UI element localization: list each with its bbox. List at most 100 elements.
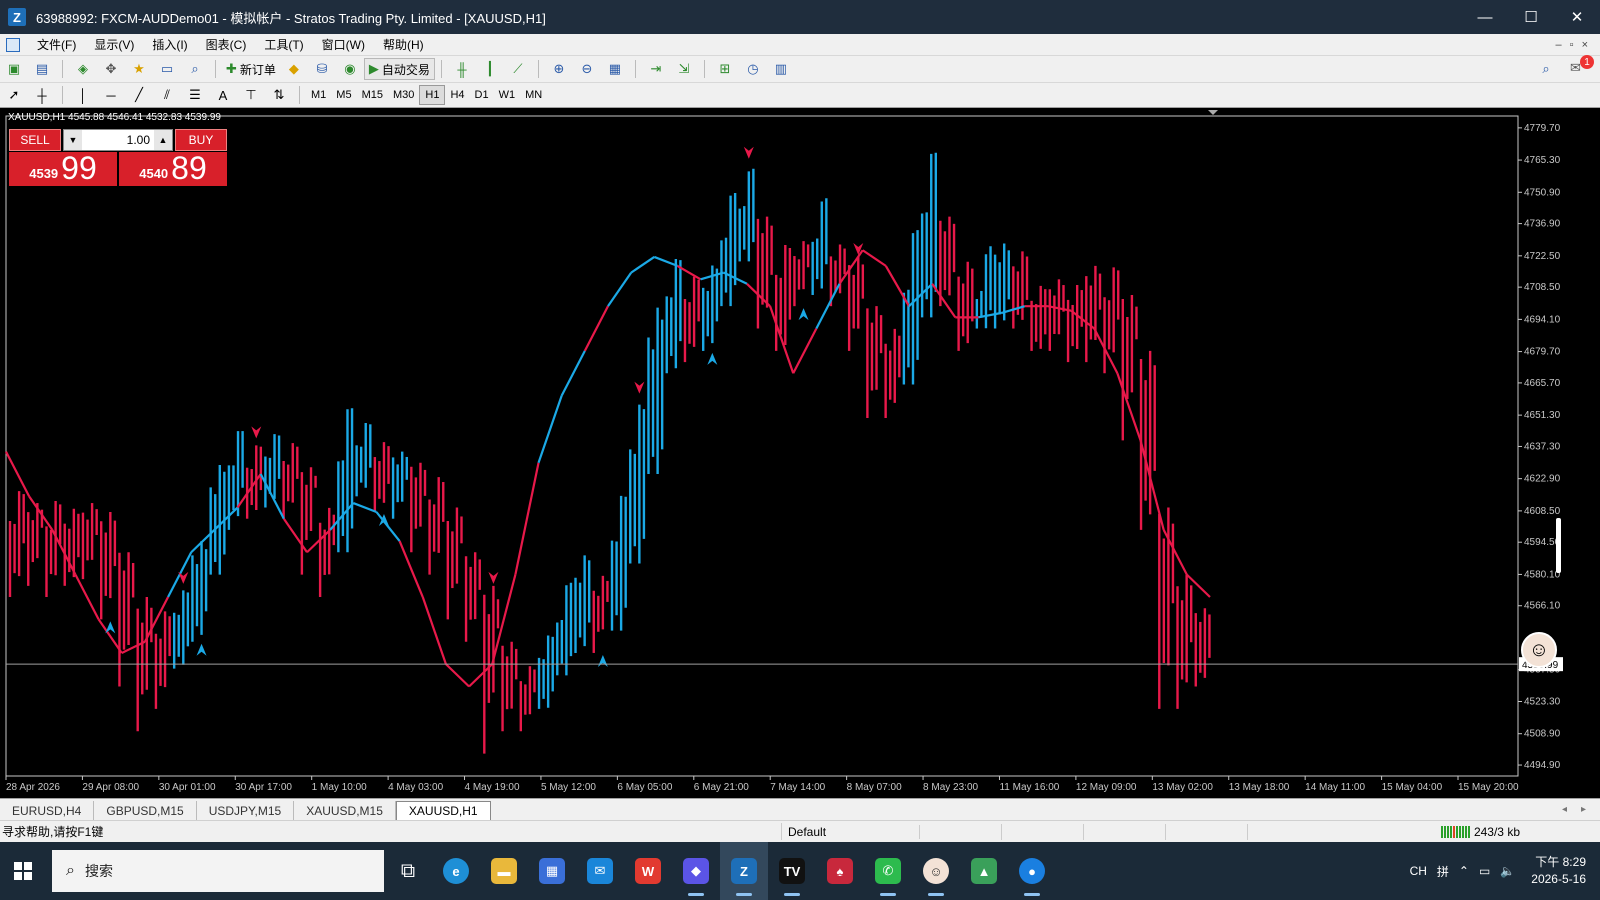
timeframe-h1[interactable]: H1 <box>419 85 446 105</box>
chart-canvas[interactable]: 4779.70 4765.30 4750.90 4736.90 4722.50 4708.… <box>0 108 1600 798</box>
red-app-icon[interactable]: ♠ <box>816 842 864 900</box>
text-tool-icon[interactable]: A <box>213 85 233 105</box>
tab-eurusd-h4[interactable]: EURUSD,H4 <box>0 801 95 820</box>
profiles-icon[interactable]: ▤ <box>32 59 52 79</box>
terminal-icon[interactable]: ▭ <box>157 59 177 79</box>
search-icon[interactable]: ⌕ <box>1536 59 1556 79</box>
menu-insert[interactable]: 插入(I) <box>143 36 196 53</box>
new-order-button[interactable]: ✚ 新订单 <box>222 58 280 80</box>
menu-view[interactable]: 显示(V) <box>85 36 143 53</box>
buy-price-button[interactable]: 4540 89 <box>119 152 227 186</box>
crosshair-icon[interactable]: ┼ <box>32 85 52 105</box>
timeframe-m30[interactable]: M30 <box>388 85 419 105</box>
navigator-icon[interactable]: ★ <box>129 59 149 79</box>
arrows-icon[interactable]: ⇅ <box>269 85 289 105</box>
edge-icon[interactable]: e <box>432 842 480 900</box>
tab-scroll-left-icon[interactable]: ◂ <box>1562 804 1567 815</box>
tab-gbpusd-m15[interactable]: GBPUSD,M15 <box>94 801 197 820</box>
tab-scroll-right-icon[interactable]: ▸ <box>1581 804 1586 815</box>
text-label-icon[interactable]: ⊤ <box>241 85 261 105</box>
buy-button[interactable]: BUY <box>175 129 227 151</box>
metatrader-icon[interactable]: Z <box>720 842 768 900</box>
close-button[interactable]: ✕ <box>1554 0 1600 34</box>
crosshair-nav-icon[interactable]: ✥ <box>101 59 121 79</box>
strategy-tester-icon[interactable]: ⌕ <box>185 59 205 79</box>
market-watch-icon[interactable]: ◈ <box>73 59 93 79</box>
maximize-button[interactable]: ☐ <box>1508 0 1554 34</box>
file-explorer-icon[interactable]: ▬ <box>480 842 528 900</box>
ime-indicator[interactable]: 拼 <box>1437 863 1449 880</box>
menu-charts[interactable]: 图表(C) <box>197 36 256 53</box>
sell-button[interactable]: SELL <box>9 129 61 151</box>
fibonacci-icon[interactable]: ☰ <box>185 85 205 105</box>
bar-chart-icon[interactable]: ╫ <box>452 59 472 79</box>
sell-price-button[interactable]: 4539 99 <box>9 152 117 186</box>
tab-usdjpy-m15[interactable]: USDJPY,M15 <box>197 801 295 820</box>
tray-expand-icon[interactable]: ⌃ <box>1459 864 1469 878</box>
wps-icon[interactable]: W <box>624 842 672 900</box>
assistant-avatar[interactable]: ☺ <box>1521 632 1557 668</box>
tab-xauusd-h1[interactable]: XAUUSD,H1 <box>395 801 491 820</box>
line-chart-icon[interactable]: ⟋ <box>508 59 528 79</box>
indicators-icon[interactable]: ⊞ <box>715 59 735 79</box>
vertical-line-icon[interactable]: │ <box>73 85 93 105</box>
start-button[interactable] <box>0 848 46 894</box>
taskbar-clock[interactable]: 下午 8:29 2026-5-16 <box>1531 854 1586 888</box>
task-view-icon[interactable]: ⧉ <box>384 842 432 900</box>
menu-help[interactable]: 帮助(H) <box>374 36 433 53</box>
lot-size-field[interactable]: ▼ ▲ <box>63 129 173 151</box>
lot-increase-button[interactable]: ▲ <box>154 130 172 150</box>
zoom-in-icon[interactable]: ⊕ <box>549 59 569 79</box>
tab-xauusd-m15[interactable]: XAUUSD,M15 <box>294 801 396 820</box>
store-icon[interactable]: ▦ <box>528 842 576 900</box>
mdi-minimize-button[interactable]: – <box>1556 39 1562 51</box>
tile-windows-icon[interactable]: ▦ <box>605 59 625 79</box>
mdi-restore-button[interactable]: ▫ <box>1570 39 1574 51</box>
menu-window[interactable]: 窗口(W) <box>313 36 374 53</box>
chart-shift-icon[interactable]: ⇲ <box>674 59 694 79</box>
language-indicator[interactable]: CH <box>1410 864 1427 878</box>
timeframe-d1[interactable]: D1 <box>470 85 494 105</box>
candlestick-icon[interactable]: ┃ <box>480 59 500 79</box>
tradingview-icon[interactable]: TV <box>768 842 816 900</box>
templates-icon[interactable]: ▥ <box>771 59 791 79</box>
lot-input[interactable] <box>82 131 154 149</box>
lot-decrease-button[interactable]: ▼ <box>64 130 82 150</box>
horizontal-line-icon[interactable]: ─ <box>101 85 121 105</box>
timeframe-h4[interactable]: H4 <box>445 85 469 105</box>
signals-icon[interactable]: ◉ <box>340 59 360 79</box>
periods-icon[interactable]: ◷ <box>743 59 763 79</box>
mdi-close-button[interactable]: × <box>1582 39 1588 51</box>
trendline-icon[interactable]: ╱ <box>129 85 149 105</box>
taskbar-search[interactable]: ⌕ 搜索 <box>52 850 384 892</box>
green-app-icon[interactable]: ▲ <box>960 842 1008 900</box>
cursor-icon[interactable]: ➚ <box>4 85 24 105</box>
avatar-app-icon[interactable]: ☺ <box>912 842 960 900</box>
auto-scroll-icon[interactable]: ⇥ <box>646 59 666 79</box>
metaeditor-icon[interactable]: ◆ <box>284 59 304 79</box>
timeframe-m5[interactable]: M5 <box>331 85 356 105</box>
mail-icon[interactable]: ✉ <box>576 842 624 900</box>
timeframe-mn[interactable]: MN <box>520 85 547 105</box>
timeframe-m15[interactable]: M15 <box>357 85 388 105</box>
y-tick-label: 4637.30 <box>1524 441 1561 452</box>
timeframe-w1[interactable]: W1 <box>494 85 521 105</box>
zoom-out-icon[interactable]: ⊖ <box>577 59 597 79</box>
timeframe-m1[interactable]: M1 <box>306 85 331 105</box>
new-chart-icon[interactable]: ▣ <box>4 59 24 79</box>
menu-file[interactable]: 文件(F) <box>28 36 85 53</box>
document-icon[interactable] <box>6 37 20 52</box>
menu-tools[interactable]: 工具(T) <box>255 36 312 53</box>
tester-icon[interactable]: ⛁ <box>312 59 332 79</box>
price-chart[interactable]: 4779.70 4765.30 4750.90 4736.90 4722.50 4708.… <box>0 108 1600 798</box>
wechat-icon[interactable]: ✆ <box>864 842 912 900</box>
connection-status[interactable]: 243/3 kb <box>1440 825 1520 839</box>
volume-icon[interactable]: 🔈 <box>1500 864 1515 878</box>
equidistant-channel-icon[interactable]: ⫽ <box>157 85 177 105</box>
auto-trading-button[interactable]: ▶ 自动交易 <box>363 58 435 80</box>
purple-app-icon[interactable]: ◆ <box>672 842 720 900</box>
notifications-icon[interactable]: ✉ 1 <box>1570 55 1594 78</box>
network-icon[interactable]: ▭ <box>1479 864 1490 878</box>
minimize-button[interactable]: — <box>1462 0 1508 34</box>
blue-app-icon[interactable]: ● <box>1008 842 1056 900</box>
